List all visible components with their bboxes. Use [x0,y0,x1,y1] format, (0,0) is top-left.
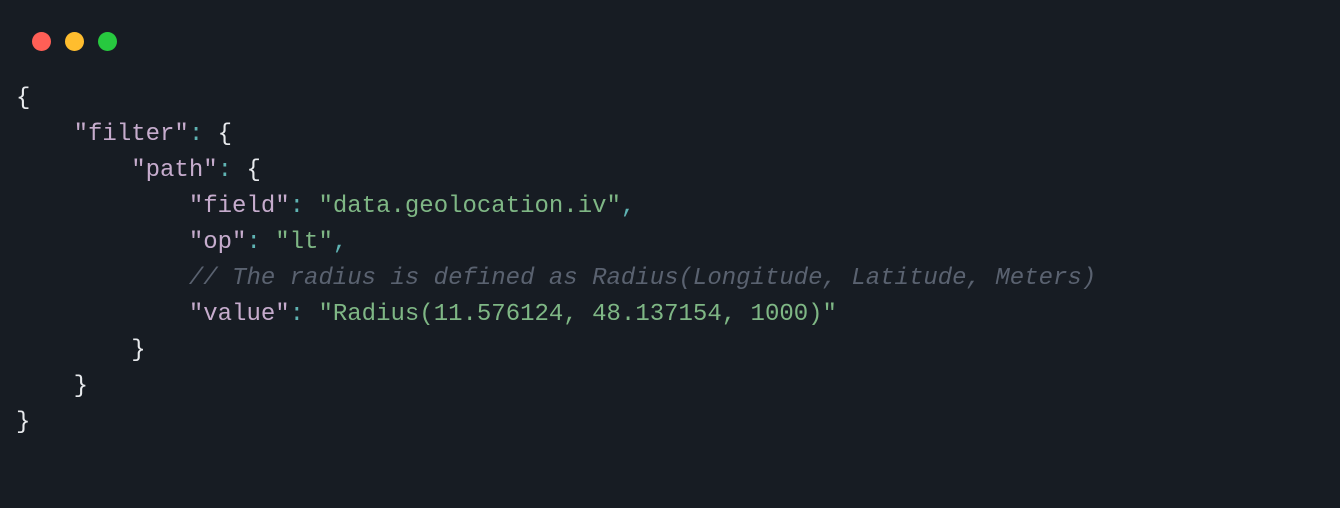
json-value-field: "data.geolocation.iv" [318,193,620,220]
close-brace: } [131,337,145,364]
comma: , [333,229,347,256]
colon: : [290,193,319,220]
code-line-7: "value": "Radius(11.576124, 48.137154, 1… [16,297,1340,333]
close-window-icon[interactable] [32,32,51,51]
json-key-field: "field" [189,193,290,220]
code-comment: // The radius is defined as Radius(Longi… [189,265,1096,292]
colon: : [189,121,218,148]
json-key-op: "op" [189,229,247,256]
code-line-6: // The radius is defined as Radius(Longi… [16,261,1340,297]
code-line-8: } [16,333,1340,369]
indent [16,301,189,328]
code-block: { "filter": { "path": { "field": "data.g… [0,51,1340,441]
json-key-path: "path" [131,157,217,184]
code-line-10: } [16,405,1340,441]
open-brace: { [218,121,232,148]
close-brace: } [16,409,30,436]
code-line-5: "op": "lt", [16,225,1340,261]
code-line-2: "filter": { [16,117,1340,153]
colon: : [246,229,275,256]
indent [16,157,131,184]
code-line-1: { [16,81,1340,117]
json-key-value: "value" [189,301,290,328]
json-value-radius: "Radius(11.576124, 48.137154, 1000)" [318,301,836,328]
json-value-op: "lt" [275,229,333,256]
code-line-3: "path": { [16,153,1340,189]
comma: , [621,193,635,220]
indent [16,265,189,292]
open-brace: { [246,157,260,184]
indent [16,337,131,364]
code-line-9: } [16,369,1340,405]
colon: : [218,157,247,184]
open-brace: { [16,85,30,112]
indent [16,121,74,148]
close-brace: } [74,373,88,400]
indent [16,373,74,400]
indent [16,193,189,220]
window-controls [0,0,1340,51]
minimize-window-icon[interactable] [65,32,84,51]
colon: : [290,301,319,328]
code-line-4: "field": "data.geolocation.iv", [16,189,1340,225]
indent [16,229,189,256]
json-key-filter: "filter" [74,121,189,148]
maximize-window-icon[interactable] [98,32,117,51]
